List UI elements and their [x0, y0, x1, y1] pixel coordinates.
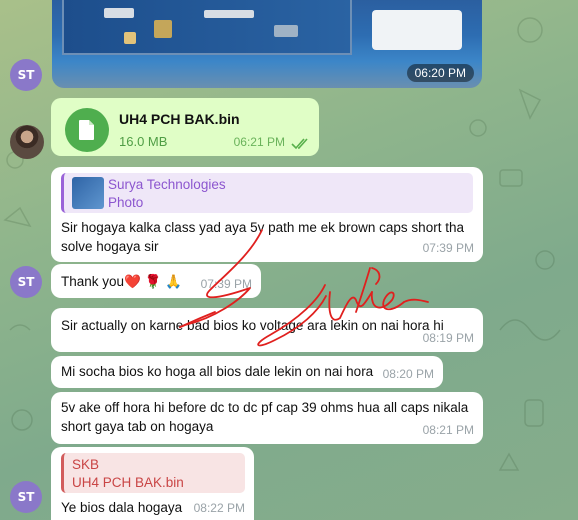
- message-text: Mi socha bios ko hoga all bios dale leki…: [61, 364, 374, 379]
- message-bubble[interactable]: 5v ake off hora hi before dc to dc pf ca…: [51, 392, 483, 444]
- circuit-board-image: [62, 0, 352, 55]
- message-time: 08:21 PM: [422, 423, 474, 437]
- message-time: 07:39 PM: [200, 277, 252, 291]
- message-time: 06:20 PM: [406, 64, 474, 82]
- message-time: 06:21 PM: [233, 135, 285, 149]
- message-text: 5v ake off hora hi before dc to dc pf ca…: [61, 400, 469, 434]
- message-bubble[interactable]: Sir actually on karne bad bios ko voltag…: [51, 308, 483, 352]
- message-bubble[interactable]: Surya Technologies Photo Sir hogaya kalk…: [51, 167, 483, 262]
- message-bubble[interactable]: SKB UH4 PCH BAK.bin Ye bios dala hogaya …: [51, 447, 254, 520]
- file-size: 16.0 MB: [119, 134, 168, 149]
- message-text: Sir hogaya kalka class yad aya 5v path m…: [61, 220, 464, 254]
- message-text: Sir actually on karne bad bios ko voltag…: [61, 318, 444, 333]
- file-name: UH4 PCH BAK.bin: [119, 111, 240, 127]
- avatar[interactable]: ST: [10, 266, 42, 298]
- reply-type: UH4 PCH BAK.bin: [72, 475, 184, 490]
- avatar[interactable]: ST: [10, 59, 42, 91]
- message-time: 08:22 PM: [193, 501, 245, 515]
- avatar[interactable]: [10, 125, 44, 159]
- avatar-initials: ST: [17, 490, 35, 504]
- message-time: 08:19 PM: [422, 331, 474, 345]
- reply-author: SKB: [72, 457, 100, 472]
- avatar-initials: ST: [17, 275, 35, 289]
- reply-author: Surya Technologies: [108, 177, 226, 192]
- file-icon[interactable]: [65, 108, 109, 152]
- double-check-icon: [291, 138, 308, 150]
- reply-preview[interactable]: Surya Technologies Photo: [61, 173, 473, 213]
- message-time: 07:39 PM: [422, 241, 474, 255]
- photo-thumbnail: [72, 177, 104, 209]
- reply-preview[interactable]: SKB UH4 PCH BAK.bin: [61, 453, 245, 493]
- message-time: 08:20 PM: [382, 367, 434, 381]
- avatar-initials: ST: [17, 68, 35, 82]
- photo-message[interactable]: 06:20 PM: [52, 0, 482, 88]
- avatar[interactable]: ST: [10, 481, 42, 513]
- message-bubble[interactable]: Mi socha bios ko hoga all bios dale leki…: [51, 356, 443, 388]
- file-message[interactable]: UH4 PCH BAK.bin 16.0 MB 06:21 PM: [51, 98, 319, 156]
- message-bubble[interactable]: Thank you❤️ 🌹 🙏 07:39 PM: [51, 264, 261, 298]
- reply-type: Photo: [108, 195, 144, 210]
